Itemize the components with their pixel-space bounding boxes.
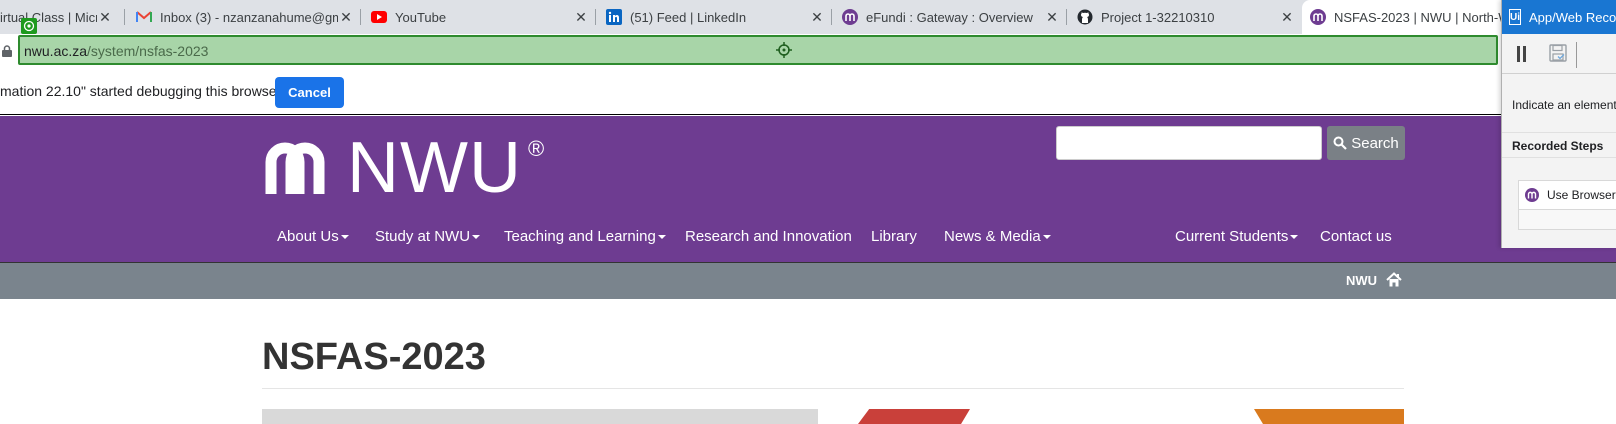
- toolbar-divider: [1576, 42, 1577, 68]
- nwu-icon: [1310, 9, 1326, 25]
- debugging-message: mation 22.10" started debugging this bro…: [0, 83, 282, 99]
- nav-label: News & Media: [944, 228, 1041, 245]
- web-recorder-panel: Ui App/Web Recorder Indicate an element …: [1501, 0, 1616, 248]
- lock-icon[interactable]: [2, 44, 12, 57]
- gmail-icon: [136, 9, 152, 25]
- main-nav: About Us Study at NWU Teaching and Learn…: [0, 228, 1616, 248]
- debugging-infobar: mation 22.10" started debugging this bro…: [0, 67, 1616, 115]
- tab-separator: [1066, 9, 1067, 25]
- linkedin-icon: [606, 9, 622, 25]
- close-icon[interactable]: ✕: [338, 9, 354, 25]
- cancel-button[interactable]: Cancel: [275, 77, 344, 108]
- nwu-logo[interactable]: NWU ®: [261, 132, 544, 204]
- recorder-hint: Indicate an element: [1512, 98, 1616, 112]
- nav-label: Research and Innovation: [685, 228, 852, 245]
- close-icon[interactable]: ✕: [1279, 9, 1295, 25]
- nav-current-students[interactable]: Current Students: [1175, 228, 1299, 245]
- tab-title: (51) Feed | LinkedIn: [630, 9, 747, 25]
- close-icon[interactable]: ✕: [1044, 9, 1060, 25]
- nav-contact-us[interactable]: Contact us: [1320, 228, 1392, 245]
- nav-label: Library: [871, 228, 917, 245]
- nav-library[interactable]: Library: [871, 228, 917, 245]
- tab-efundi[interactable]: eFundi : Gateway : Overview ✕: [834, 0, 1066, 34]
- caret-down-icon: [472, 235, 481, 240]
- url-path: /system/nsfas-2023: [87, 43, 209, 59]
- site-header: NWU ® Search About Us Study at NWU Teach…: [0, 116, 1616, 262]
- tab-virtual-class[interactable]: irtual Class | Micro ✕: [0, 0, 119, 34]
- nav-study-at-nwu[interactable]: Study at NWU: [375, 228, 481, 245]
- tab-youtube[interactable]: YouTube ✕: [363, 0, 595, 34]
- nwu-icon: [842, 9, 858, 25]
- tab-separator: [831, 9, 832, 25]
- banner-graphic-red: [858, 409, 970, 424]
- pause-icon[interactable]: [1516, 46, 1528, 62]
- recorder-titlebar: Ui App/Web Recorder: [1502, 0, 1616, 34]
- breadcrumb-bar: NWU: [0, 262, 1616, 299]
- registered-mark: ®: [527, 136, 545, 161]
- page-title: NSFAS-2023: [262, 336, 486, 378]
- nav-label: Study at NWU: [375, 228, 471, 245]
- nav-label: Contact us: [1320, 228, 1392, 245]
- recorded-step-body: [1518, 210, 1616, 230]
- divider: [262, 388, 1404, 389]
- close-icon[interactable]: ✕: [573, 9, 589, 25]
- nav-label: Teaching and Learning: [504, 228, 656, 245]
- uipath-logo-icon: Ui: [1509, 9, 1521, 25]
- selector-target-icon: [21, 18, 37, 34]
- caret-down-icon: [340, 235, 349, 240]
- close-icon[interactable]: ✕: [809, 9, 825, 25]
- caret-down-icon: [657, 235, 666, 240]
- tab-gmail[interactable]: Inbox (3) - nzanzanahume@gma ✕: [128, 0, 360, 34]
- tab-title: eFundi : Gateway : Overview: [866, 9, 1033, 25]
- caret-down-icon: [1042, 235, 1051, 240]
- address-url[interactable]: nwu.ac.za/system/nsfas-2023: [24, 43, 208, 59]
- tab-title: Project 1-32210310: [1101, 9, 1215, 25]
- nav-research-and-innovation[interactable]: Research and Innovation: [685, 228, 852, 245]
- github-icon: [1077, 9, 1093, 25]
- search-button[interactable]: Search: [1327, 126, 1405, 160]
- tab-separator: [595, 9, 596, 25]
- tab-linkedin[interactable]: (51) Feed | LinkedIn ✕: [598, 0, 831, 34]
- address-bar[interactable]: nwu.ac.za/system/nsfas-2023: [18, 35, 1498, 65]
- recorded-steps-header: Recorded Steps: [1502, 132, 1616, 158]
- recorder-title: App/Web Recorder: [1529, 9, 1616, 25]
- recorded-step-use-browser[interactable]: Use Browser: [1518, 180, 1616, 210]
- youtube-icon: [371, 9, 387, 25]
- tab-title: YouTube: [395, 9, 447, 25]
- nav-label: About Us: [277, 228, 339, 245]
- tab-title: Inbox (3) - nzanzanahume@gma: [160, 9, 338, 25]
- tab-github[interactable]: Project 1-32210310 ✕: [1069, 0, 1301, 34]
- logo-text: NWU: [347, 128, 522, 208]
- content-image: [262, 409, 818, 424]
- nav-label: Current Students: [1175, 228, 1289, 245]
- banner-graphic-orange: [1254, 409, 1404, 424]
- nwu-icon: [1525, 188, 1539, 202]
- nav-about-us[interactable]: About Us: [277, 228, 349, 245]
- recorder-toolbar: [1502, 34, 1616, 74]
- url-host: nwu.ac.za: [24, 43, 88, 59]
- nwu-emblem-icon: [261, 132, 329, 207]
- home-icon[interactable]: [1386, 272, 1402, 288]
- tab-separator: [360, 9, 361, 25]
- nav-teaching-and-learning[interactable]: Teaching and Learning: [504, 228, 666, 245]
- tab-nsfas-active[interactable]: NSFAS-2023 | NWU | North-West: [1302, 0, 1507, 34]
- caret-down-icon: [1290, 235, 1299, 240]
- breadcrumb-nwu[interactable]: NWU: [1346, 273, 1377, 288]
- search-button-label: Search: [1351, 134, 1399, 152]
- close-icon[interactable]: ✕: [97, 9, 113, 25]
- tab-title: irtual Class | Micro: [0, 9, 97, 25]
- nav-news-and-media[interactable]: News & Media: [944, 228, 1051, 245]
- step-label: Use Browser: [1547, 188, 1616, 202]
- browser-toolbar: nwu.ac.za/system/nsfas-2023: [0, 34, 1616, 67]
- tab-separator: [124, 9, 125, 25]
- search-icon: [1333, 136, 1348, 150]
- search-input[interactable]: [1056, 126, 1322, 160]
- crosshair-target-icon: [776, 42, 792, 58]
- tab-strip: irtual Class | Micro ✕ Inbox (3) - nzanz…: [0, 0, 1616, 34]
- save-icon[interactable]: [1549, 44, 1567, 62]
- tab-title: NSFAS-2023 | NWU | North-West: [1334, 9, 1507, 25]
